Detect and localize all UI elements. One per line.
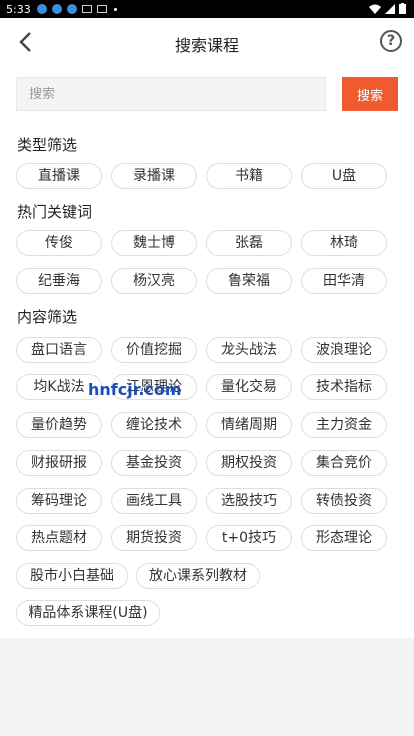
tag-keyword[interactable]: 杨汉亮 [111,268,197,294]
hot-keywords-title: 热门关键词 [17,203,93,221]
tag-keyword[interactable]: 田华清 [301,268,387,294]
tag-content[interactable]: 量价趋势 [16,412,102,438]
tag-content[interactable]: 波浪理论 [301,337,387,363]
tag-content[interactable]: 画线工具 [111,488,197,514]
tag-content[interactable]: 价值挖掘 [111,337,197,363]
type-filter-title: 类型筛选 [17,136,78,154]
tag-content[interactable]: 筹码理论 [16,488,102,514]
search-button[interactable]: 搜索 [342,77,398,111]
more-notifications-icon [113,7,117,11]
tag-content[interactable]: 情绪周期 [206,412,292,438]
tag-content[interactable]: 期权投资 [206,450,292,476]
tag-content[interactable]: 集合竞价 [301,450,387,476]
tag-type[interactable]: 录播课 [111,163,197,189]
notification-icon [96,5,107,13]
tag-content[interactable]: 主力资金 [301,412,387,438]
tag-content[interactable]: 缠论技术 [111,412,197,438]
status-bar: 5:33 [0,0,414,18]
tag-content[interactable]: 热点题材 [16,525,102,551]
tag-keyword[interactable]: 林琦 [301,230,387,256]
page-title: 搜索课程 [174,36,239,55]
tag-content[interactable]: 盘口语言 [16,337,102,363]
notification-icon [36,4,47,14]
notification-icon [66,4,77,14]
battery-icon [399,3,406,14]
wifi-icon [369,4,381,14]
tag-content[interactable]: 转债投资 [301,488,387,514]
tag-keyword[interactable]: 纪垂海 [16,268,102,294]
tag-type[interactable]: 直播课 [16,163,102,189]
notification-icon [51,4,62,14]
tag-content[interactable]: 均K战法 [16,374,102,400]
tag-content[interactable]: 形态理论 [301,525,387,551]
content-filter-title: 内容筛选 [17,308,78,326]
tag-content[interactable]: t+0技巧 [206,525,292,551]
search-input[interactable] [16,77,326,111]
nav-bar: 搜索课程 ? [0,18,414,68]
tag-content[interactable]: 股市小白基础 [16,563,128,589]
tag-content[interactable]: 期货投资 [111,525,197,551]
tag-content[interactable]: 基金投资 [111,450,197,476]
tag-content[interactable]: 财报研报 [16,450,102,476]
signal-icon [385,3,395,14]
tag-type[interactable]: 书籍 [206,163,292,189]
search-bar: 搜索 [16,77,398,111]
tag-keyword[interactable]: 张磊 [206,230,292,256]
tag-content[interactable]: 选股技巧 [206,488,292,514]
notification-icon [81,5,92,13]
tag-content[interactable]: 量化交易 [206,374,292,400]
help-icon[interactable]: ? [380,30,402,52]
tag-keyword[interactable]: 魏士博 [111,230,197,256]
tag-keyword[interactable]: 鲁荣福 [206,268,292,294]
tag-content[interactable]: 精品体系课程(U盘) [16,600,160,626]
tag-content[interactable]: 龙头战法 [206,337,292,363]
search-course-page: 搜索课程 ? 搜索 类型筛选 直播课 录播课 书籍 U盘 热门关键词 传俊 魏士… [0,18,414,638]
tag-keyword[interactable]: 传俊 [16,230,102,256]
tag-type[interactable]: U盘 [301,163,387,189]
status-time: 5:33 [6,2,31,16]
tag-content[interactable]: 技术指标 [301,374,387,400]
tag-content[interactable]: 江恩理论 [111,374,197,400]
tag-content[interactable]: 放心课系列教材 [136,563,260,589]
